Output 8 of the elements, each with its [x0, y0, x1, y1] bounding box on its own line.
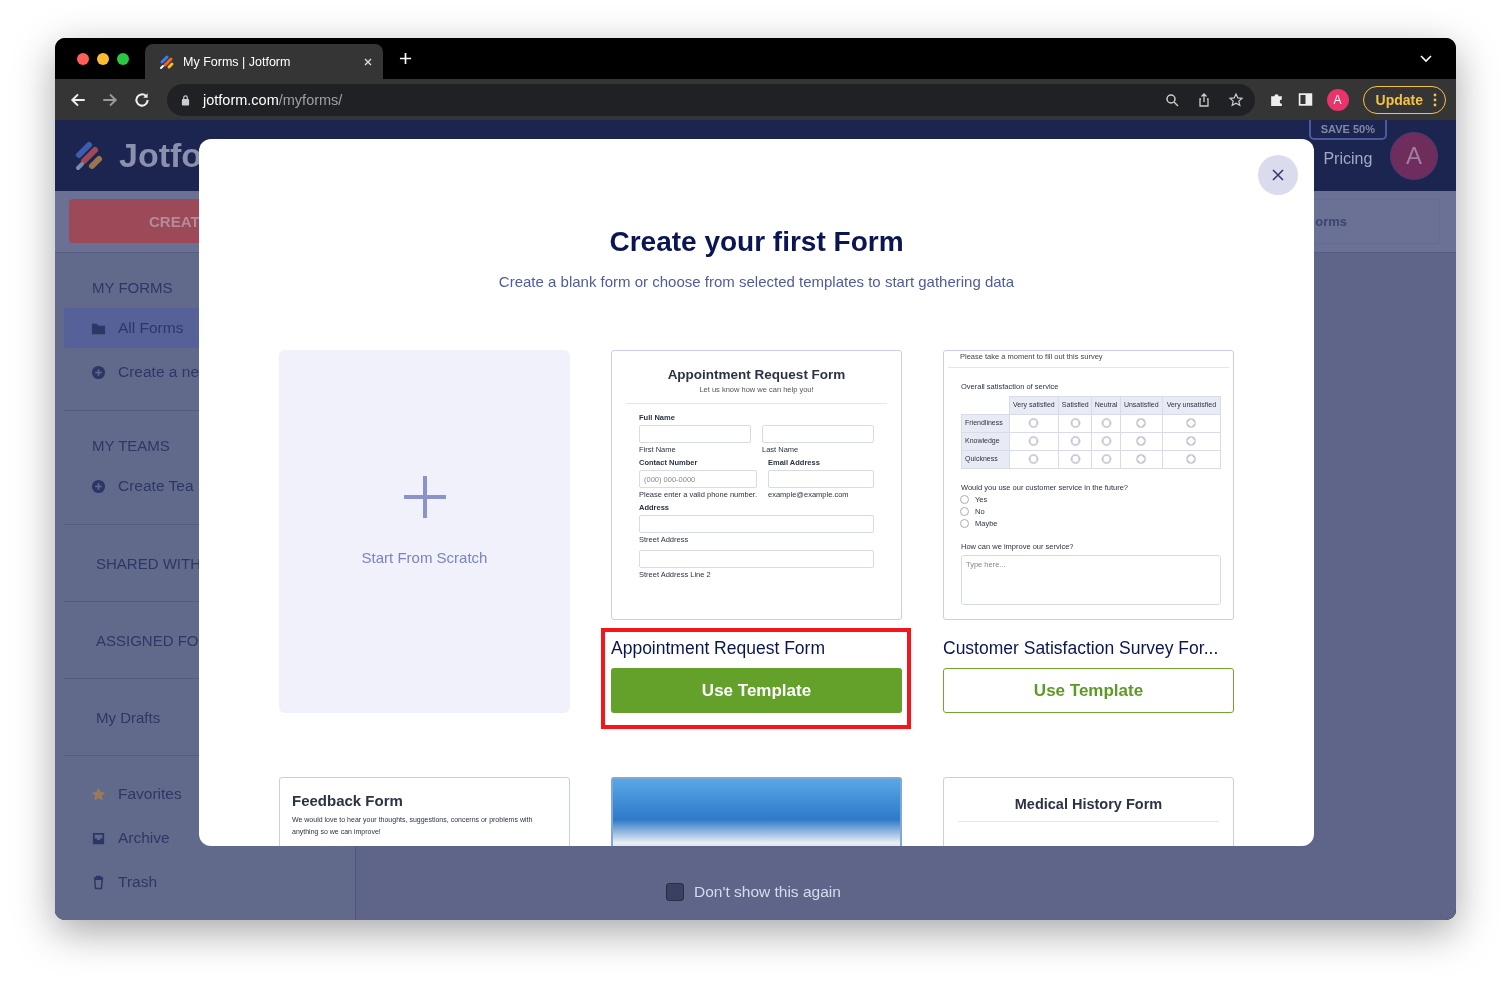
dialog-title: Create your first Form — [608, 225, 905, 259]
logo-text: Jotfo — [119, 136, 203, 175]
template-title: Customer Satisfaction Survey For... — [943, 637, 1220, 659]
preview-heading: Medical History Form — [1013, 796, 1164, 812]
preview-heading: Appointment Request Form — [666, 367, 847, 382]
dialog-subtitle: Create a blank form or choose from selected templates to start gathering data — [497, 273, 1016, 290]
preview-heading: Feedback Form — [292, 792, 404, 809]
template-title: Appointment Request Form — [611, 637, 826, 659]
